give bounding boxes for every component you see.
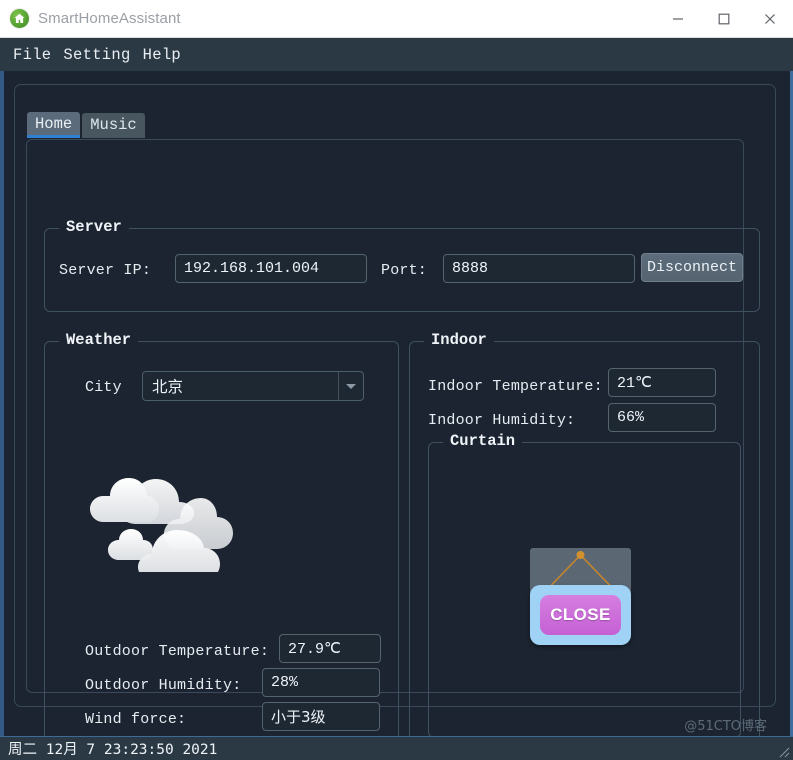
indoor-temperature-value: 21℃ — [617, 375, 652, 392]
outdoor-temperature-label: Outdoor Temperature: — [85, 643, 270, 660]
tab-home[interactable]: Home — [27, 112, 81, 138]
indoor-group: Indoor Indoor Temperature: 21℃ Indoor Hu… — [409, 331, 760, 757]
wind-force-value-field: 小于3级 — [262, 702, 380, 731]
outdoor-temperature-value: 27.9℃ — [288, 641, 341, 658]
outdoor-temperature-value-field: 27.9℃ — [279, 634, 381, 663]
maximize-icon[interactable] — [701, 0, 747, 37]
port-label: Port: — [381, 262, 428, 279]
city-select[interactable]: 北京 — [142, 371, 364, 401]
tab-bar: Home Music — [27, 112, 145, 138]
menu-bar: File Setting Help — [0, 38, 793, 71]
minimize-icon[interactable] — [655, 0, 701, 37]
indoor-humidity-value: 66% — [617, 409, 645, 426]
wind-force-value: 小于3级 — [271, 708, 326, 726]
indoor-humidity-value-field: 66% — [608, 403, 716, 432]
server-group-title: Server — [59, 218, 129, 236]
tab-music-label: Music — [90, 116, 137, 134]
port-value: 8888 — [452, 260, 489, 277]
disconnect-button[interactable]: Disconnect — [641, 253, 743, 282]
city-label: City — [85, 379, 122, 396]
outdoor-humidity-value: 28% — [271, 674, 299, 691]
outdoor-humidity-value-field: 28% — [262, 668, 380, 697]
application-window: SmartHomeAssistant File Setting Help Hom… — [0, 0, 793, 760]
tab-music[interactable]: Music — [82, 113, 145, 138]
curtain-sign-frame: CLOSE — [530, 585, 631, 645]
indoor-temperature-value-field: 21℃ — [608, 368, 716, 397]
tab-home-label: Home — [35, 115, 73, 133]
curtain-toggle-button[interactable]: CLOSE — [530, 548, 631, 645]
title-bar: SmartHomeAssistant — [0, 0, 793, 38]
watermark: @51CTO博客 — [684, 719, 767, 734]
menu-item-file[interactable]: File — [7, 44, 57, 66]
indoor-group-title: Indoor — [424, 331, 494, 349]
server-ip-value: 192.168.101.004 — [184, 260, 320, 277]
weather-group: Weather City 北京 Outdoor Temperature: 27.… — [44, 331, 399, 757]
weather-group-title: Weather — [59, 331, 139, 349]
city-value: 北京 — [152, 378, 184, 396]
cloudy-weather-icon — [83, 452, 253, 580]
resize-grip-icon[interactable] — [776, 744, 790, 758]
window-controls — [655, 0, 793, 37]
main-content: Home Music Server Server IP: 192.168.101… — [4, 71, 790, 757]
chevron-down-icon[interactable] — [338, 372, 363, 400]
wind-force-label: Wind force: — [85, 711, 187, 728]
server-group: Server Server IP: 192.168.101.004 Port: … — [44, 218, 760, 312]
status-bar: 周二 12月 7 23:23:50 2021 — [0, 736, 793, 760]
indoor-temperature-label: Indoor Temperature: — [428, 378, 603, 395]
server-ip-label: Server IP: — [59, 262, 152, 279]
menu-item-help[interactable]: Help — [137, 44, 187, 66]
curtain-group-title: Curtain — [443, 432, 523, 450]
close-icon[interactable] — [747, 0, 793, 37]
menu-item-setting[interactable]: Setting — [57, 44, 136, 66]
status-datetime: 周二 12月 7 23:23:50 2021 — [8, 742, 218, 758]
home-icon — [10, 9, 29, 28]
curtain-state-plate: CLOSE — [540, 595, 621, 635]
curtain-group: Curtain CLOSE — [428, 432, 741, 738]
disconnect-button-label: Disconnect — [646, 259, 737, 276]
port-input[interactable]: 8888 — [443, 254, 635, 283]
server-ip-input[interactable]: 192.168.101.004 — [175, 254, 367, 283]
indoor-humidity-label: Indoor Humidity: — [428, 412, 576, 429]
curtain-state-label: CLOSE — [550, 605, 611, 624]
outdoor-humidity-label: Outdoor Humidity: — [85, 677, 242, 694]
window-title: SmartHomeAssistant — [38, 10, 181, 27]
